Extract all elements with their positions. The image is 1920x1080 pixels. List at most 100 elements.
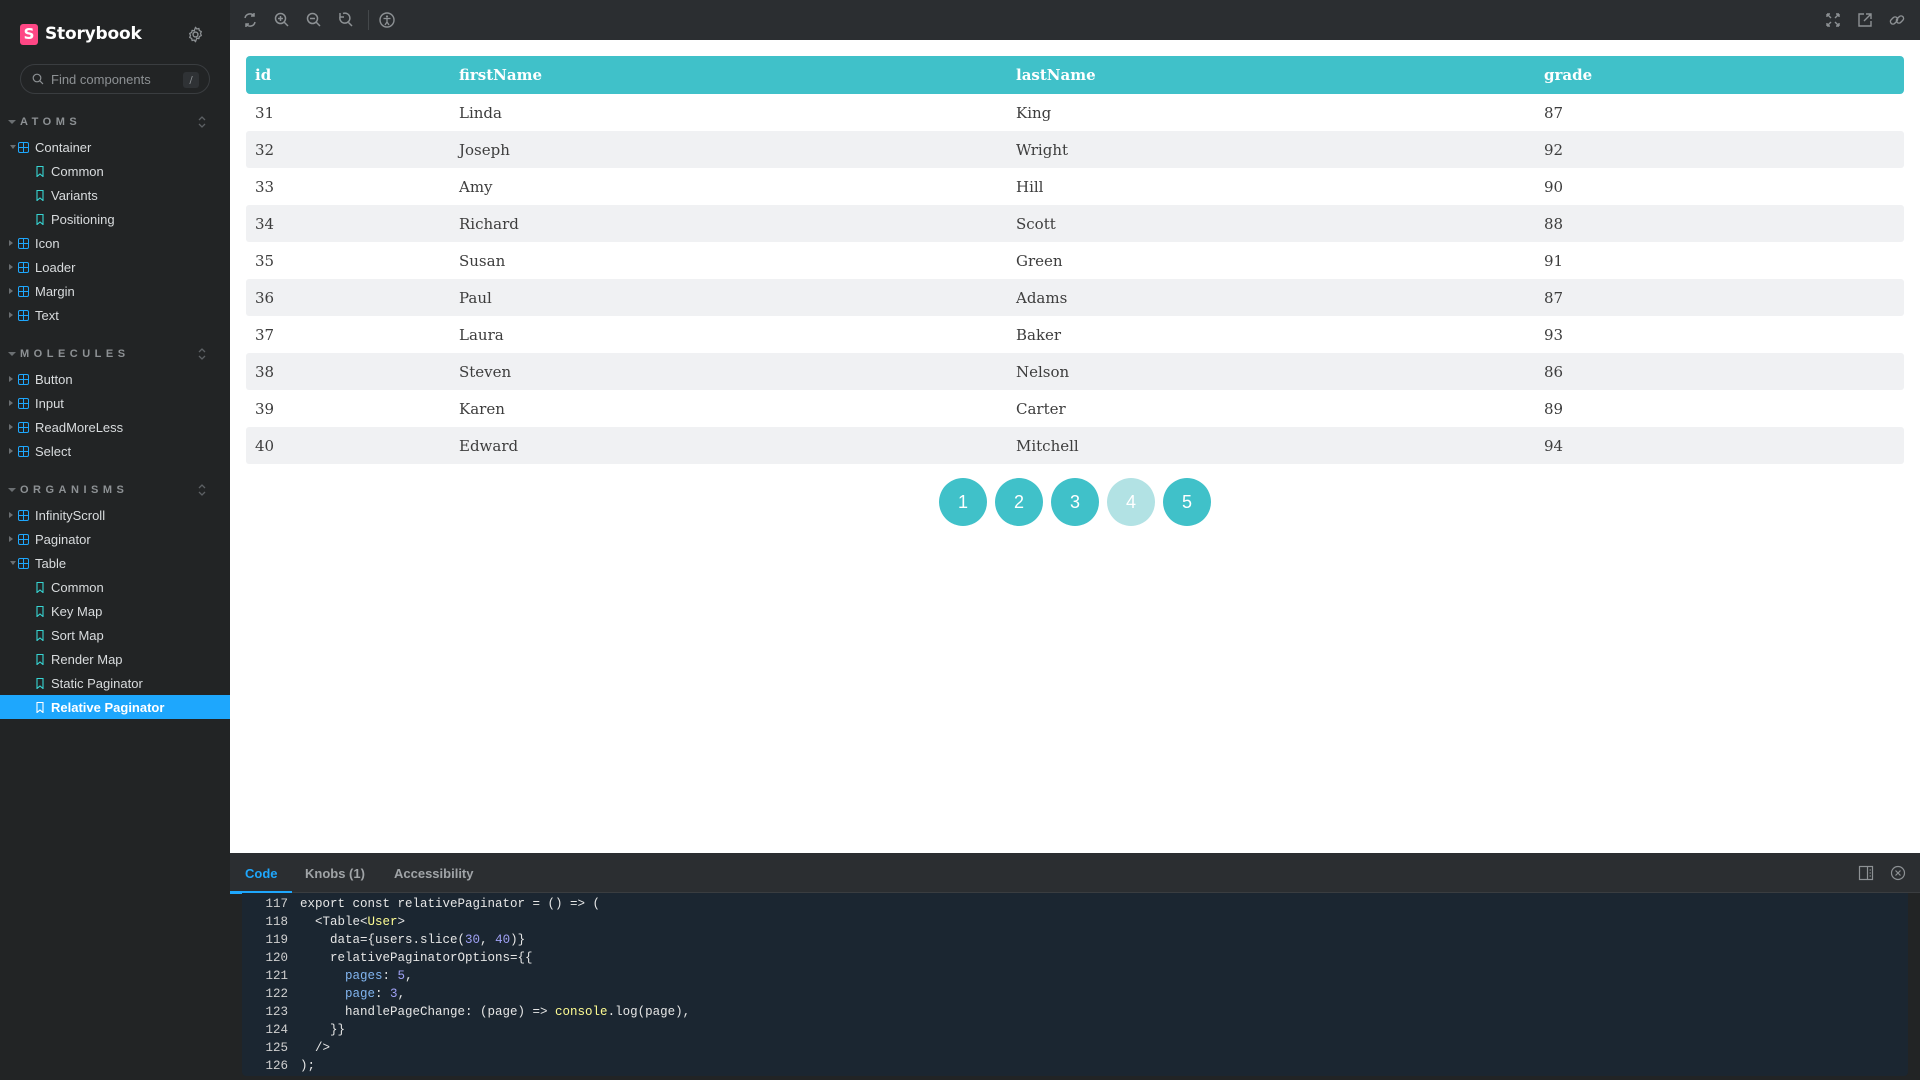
code-token: 3 [390,987,398,1001]
cell-firstname: Joseph [459,140,510,159]
cell-lastname: Adams [1016,288,1068,307]
code-token: : [382,969,398,983]
zoom-reset-icon[interactable] [337,11,355,29]
cell-grade: 92 [1544,140,1564,159]
collapsed-arrow-icon [9,288,13,294]
settings-gear-icon[interactable] [187,26,204,43]
column-header-id[interactable]: id [255,56,271,94]
expand-collapse-icon[interactable] [196,115,208,129]
expanded-arrow-icon [10,561,16,565]
tree-label: Key Map [51,603,103,619]
component-icon [18,261,29,273]
cell-id: 40 [255,436,275,455]
find-components-input[interactable] [51,71,181,87]
component-icon [18,285,29,297]
column-header-lastname[interactable]: lastName [1016,56,1096,94]
section-label: ORGANISMS [20,484,129,496]
open-new-tab-icon[interactable] [1856,11,1874,29]
tree-story-table-sort-map[interactable]: Sort Map [0,623,230,647]
panel-orientation-icon[interactable] [1858,865,1874,881]
component-icon [18,557,29,569]
tree-component-table[interactable]: Table [0,551,230,575]
tree-component-select[interactable]: Select [0,439,230,463]
accessibility-icon[interactable] [378,11,396,29]
zoom-out-icon[interactable] [305,11,323,29]
page-button-2[interactable]: 2 [995,478,1043,526]
tree-component-icon[interactable]: Icon [0,231,230,255]
copy-link-icon[interactable] [1888,11,1906,29]
page-button-5[interactable]: 5 [1163,478,1211,526]
section-atoms[interactable]: ATOMS [8,114,208,130]
section-molecules[interactable]: MOLECULES [8,346,208,362]
line-number: 121 [265,969,288,983]
tree-story-container-variants[interactable]: Variants [0,183,230,207]
tree-story-container-positioning[interactable]: Positioning [0,207,230,231]
cell-lastname: Carter [1016,399,1066,418]
expand-collapse-icon[interactable] [196,483,208,497]
storybook-logo: S [20,23,38,45]
tree-story-table-static-paginator[interactable]: Static Paginator [0,671,230,695]
code-source: data={users.slice(30, 40)} [300,933,525,951]
tab-code[interactable]: Code [230,853,291,894]
code-line: 121 pages: 5, [242,969,1908,987]
code-source: page: 3, [300,987,405,1005]
tree-component-infinityscroll[interactable]: InfinityScroll [0,503,230,527]
line-number: 117 [265,897,288,911]
table-row: 37 Laura Baker 93 [246,316,1904,353]
table-row: 31 Linda King 87 [246,94,1904,131]
column-header-firstname[interactable]: firstName [459,56,542,94]
search-box[interactable]: / [20,64,210,94]
code-source: }} [300,1023,345,1041]
column-header-grade[interactable]: grade [1544,56,1592,94]
tree-component-input[interactable]: Input [0,391,230,415]
section-organisms[interactable]: ORGANISMS [8,482,208,498]
collapsed-arrow-icon [9,312,13,318]
tree-story-container-common[interactable]: Common [0,159,230,183]
sync-icon[interactable] [241,11,259,29]
addons-panel: Code Knobs (1) Accessibility 117 export c… [230,853,1920,1080]
story-canvas: id firstName lastName grade 31 Linda King 8… [230,40,1920,853]
page-button-3[interactable]: 3 [1051,478,1099,526]
table-row: 32 Joseph Wright 92 [246,131,1904,168]
bookmark-icon [36,213,44,225]
table-body: 31 Linda King 87 32 Joseph Wright 92 33 Amy Hill 90… [246,94,1904,464]
tree-component-button[interactable]: Button [0,367,230,391]
tree-component-loader[interactable]: Loader [0,255,230,279]
search-icon [32,73,44,85]
section-caret-icon [8,352,16,356]
cell-firstname: Amy [459,177,493,196]
page-button-1[interactable]: 1 [939,478,987,526]
tree-label: Render Map [51,651,123,667]
zoom-in-icon[interactable] [273,11,291,29]
tree-label: Loader [35,259,76,275]
logo-letter: S [23,25,35,43]
users-table: id firstName lastName grade 31 Linda King 8… [246,56,1904,464]
brand[interactable]: S Storybook [20,22,142,46]
tree-label: Container [35,139,92,155]
line-number: 120 [265,951,288,965]
app-title: Storybook [45,24,142,44]
tree-story-table-relative-paginator[interactable]: Relative Paginator [0,695,230,719]
table-row: 35 Susan Green 91 [246,242,1904,279]
tree-component-paginator[interactable]: Paginator [0,527,230,551]
tree-story-table-common[interactable]: Common [0,575,230,599]
table-row: 33 Amy Hill 90 [246,168,1904,205]
code-token: .log(page), [607,1005,691,1019]
code-token: handlePageChange: (page) => [300,1005,556,1019]
fullscreen-icon[interactable] [1824,11,1842,29]
cell-firstname: Paul [459,288,492,307]
tree-story-table-key-map[interactable]: Key Map [0,599,230,623]
tab-accessibility[interactable]: Accessibility [394,853,474,893]
page-button-4[interactable]: 4 [1107,478,1155,526]
line-number: 118 [265,915,288,929]
tree-component-container[interactable]: Container [0,135,230,159]
tree-story-table-render-map[interactable]: Render Map [0,647,230,671]
tab-knobs[interactable]: Knobs (1) [305,853,365,893]
tree-label: Table [35,555,67,571]
tree-component-margin[interactable]: Margin [0,279,230,303]
tree-component-readmoreless[interactable]: ReadMoreLess [0,415,230,439]
cell-lastname: Wright [1016,140,1069,159]
expand-collapse-icon[interactable] [196,347,208,361]
tree-component-text[interactable]: Text [0,303,230,327]
close-panel-icon[interactable] [1890,865,1906,881]
